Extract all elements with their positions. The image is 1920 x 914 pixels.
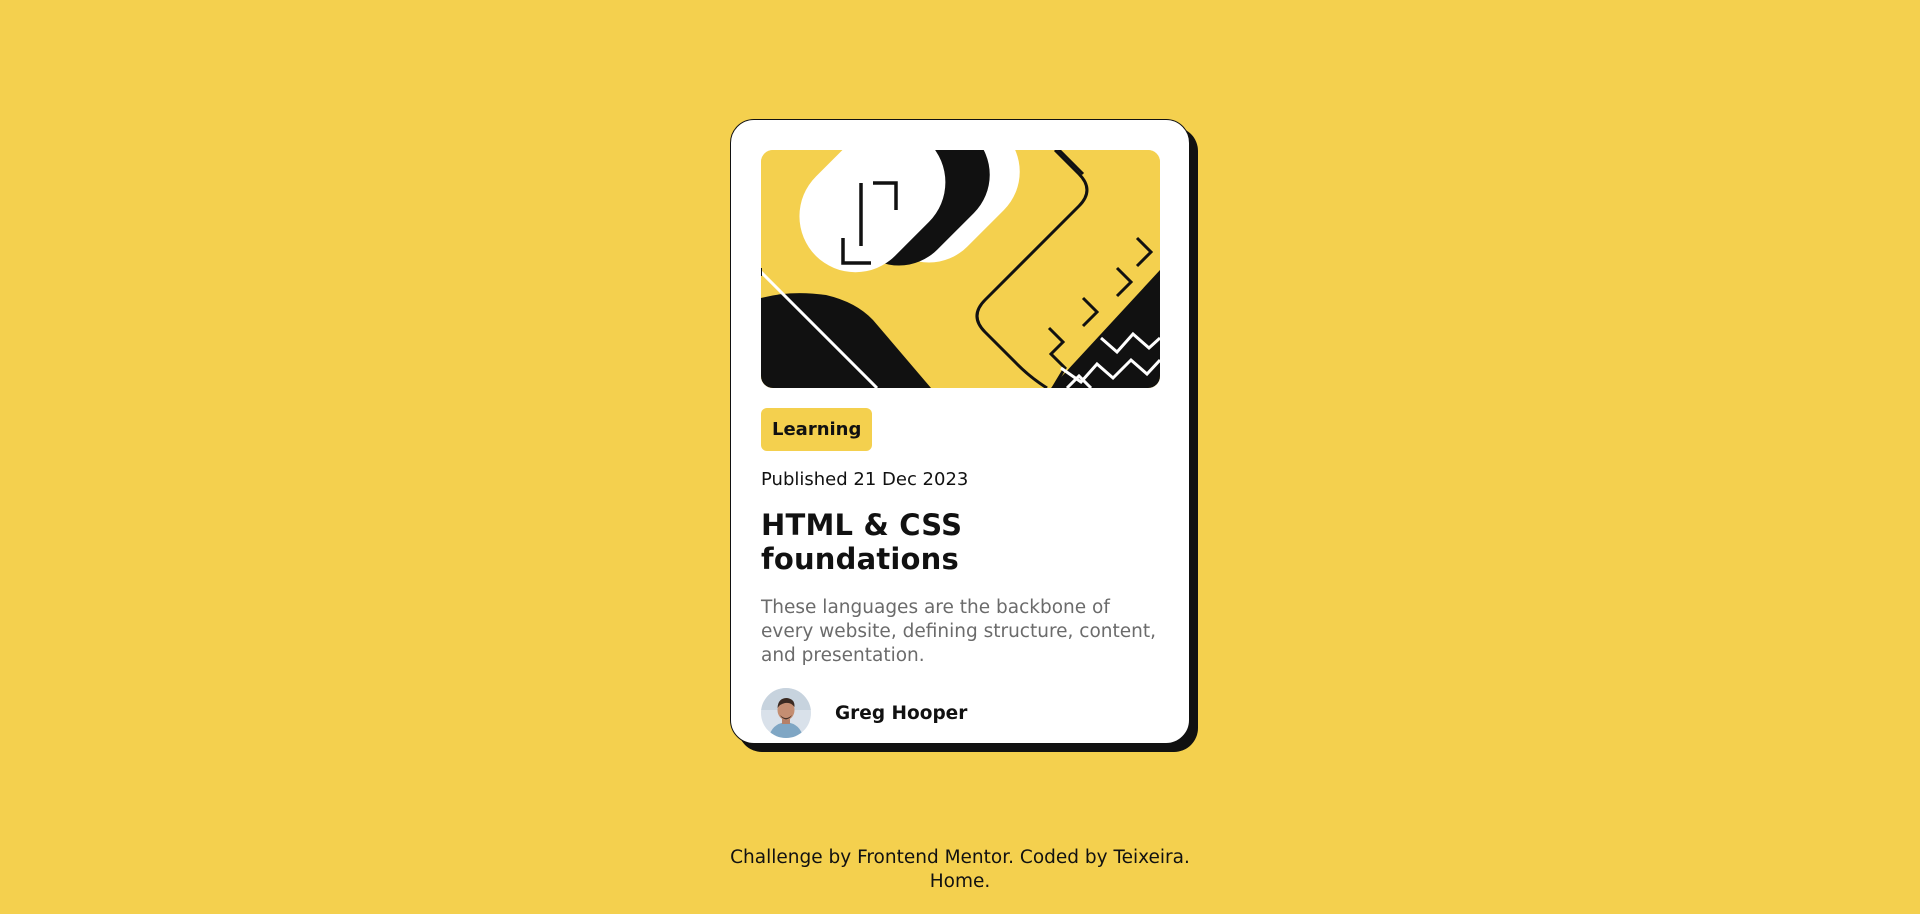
attribution-prefix: Challenge by — [730, 847, 858, 868]
category-tag: Learning — [761, 408, 873, 451]
hero-illustration — [761, 150, 1160, 388]
attribution-suffix: . — [1184, 847, 1190, 868]
author-name: Greg Hooper — [835, 702, 968, 724]
page: Learning Published 21 Dec 2023 HTML & CS… — [0, 0, 1920, 914]
attribution-middle: . Coded by — [1008, 847, 1114, 868]
author: Greg Hooper — [761, 688, 1159, 738]
frontend-mentor-link[interactable]: Frontend Mentor — [857, 847, 1008, 868]
published-date: Published 21 Dec 2023 — [761, 469, 969, 490]
author-link[interactable]: Teixeira — [1113, 847, 1184, 868]
card-title[interactable]: HTML & CSS foundations — [761, 508, 1159, 576]
author-avatar — [761, 688, 811, 738]
card-description: These languages are the backbone of ever… — [761, 597, 1156, 666]
blog-preview-card: Learning Published 21 Dec 2023 HTML & CS… — [730, 119, 1190, 744]
attribution: Challenge by Frontend Mentor. Coded by T… — [0, 846, 1920, 894]
home-link[interactable]: Home. — [930, 871, 991, 892]
